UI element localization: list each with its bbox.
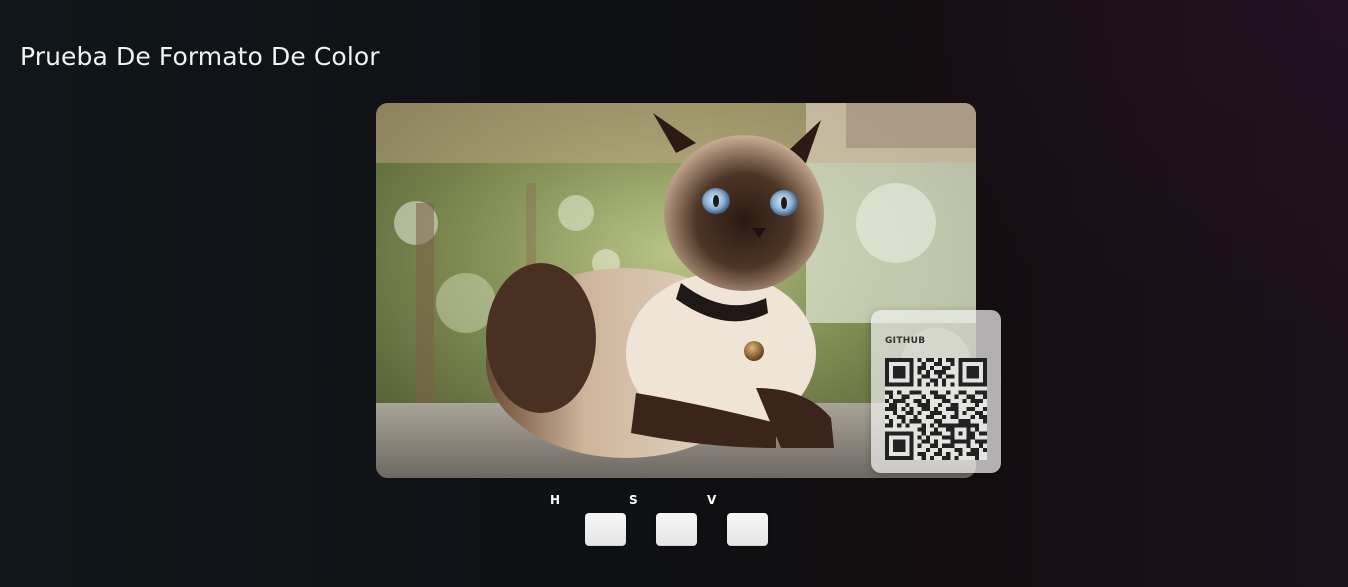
qr-code-icon: [885, 358, 987, 460]
github-qr-card[interactable]: GITHUB: [871, 310, 1001, 473]
v-label: V: [707, 493, 717, 507]
s-label: S: [629, 493, 638, 507]
s-value-swatch[interactable]: [656, 513, 697, 546]
page-title: Prueba De Formato De Color: [20, 42, 380, 71]
v-value-swatch[interactable]: [727, 513, 768, 546]
h-value-swatch[interactable]: [585, 513, 626, 546]
h-label: H: [550, 493, 561, 507]
qr-card-label: GITHUB: [885, 336, 926, 346]
